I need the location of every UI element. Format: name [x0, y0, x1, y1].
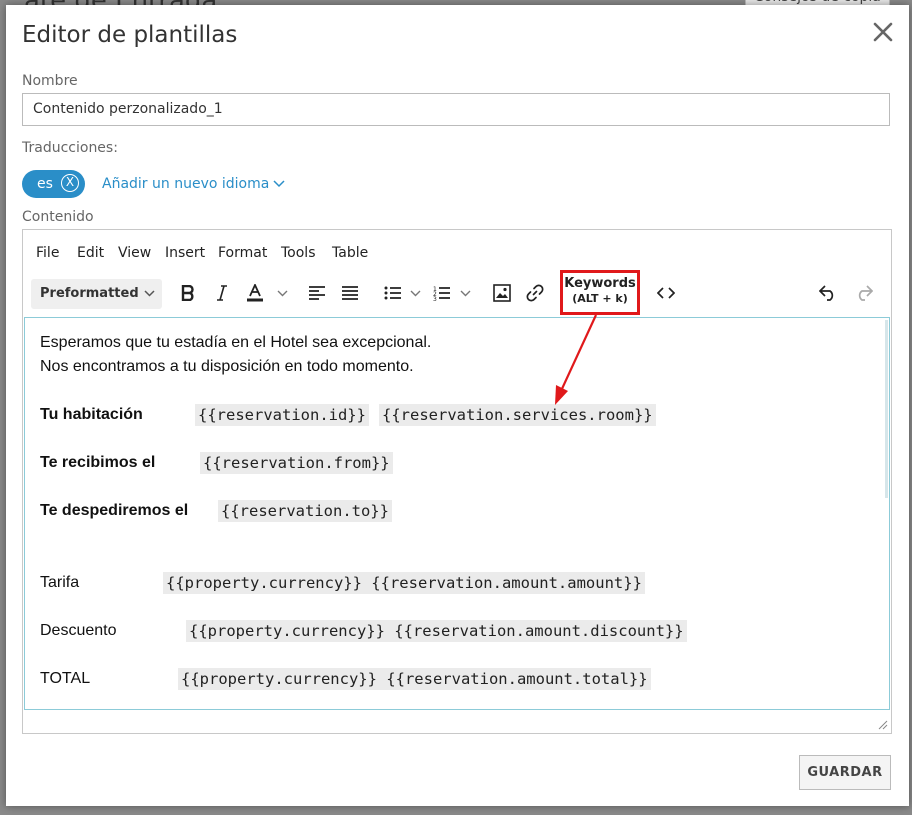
- scrollbar[interactable]: [885, 320, 888, 498]
- menu-file[interactable]: File: [36, 245, 59, 261]
- redo-icon[interactable]: [851, 274, 877, 312]
- keyword-tag-to[interactable]: {{reservation.to}}: [218, 500, 392, 522]
- add-language-label: Añadir un nuevo idioma: [102, 176, 270, 192]
- intro-line-1: Esperamos que tu estadía en el Hotel sea…: [40, 334, 432, 351]
- rich-text-editor: File Edit View Insert Format Tools Table…: [22, 229, 892, 734]
- editor-menubar: File Edit View Insert Format Tools Table: [23, 230, 891, 270]
- template-editor-dialog: Editor de plantillas Nombre Contenido pe…: [6, 5, 909, 806]
- svg-text:3: 3: [433, 296, 437, 301]
- content-label: Contenido: [22, 209, 94, 225]
- room-label: Tu habitación: [40, 406, 143, 423]
- keywords-button[interactable]: Keywords (ALT + k): [560, 270, 640, 315]
- editor-toolbar: Preformatted 1 2 3: [23, 274, 891, 312]
- keywords-shortcut: (ALT + k): [572, 292, 628, 305]
- remove-language-icon[interactable]: X: [61, 174, 79, 192]
- bold-icon[interactable]: [175, 274, 201, 312]
- chevron-down-icon: [273, 180, 285, 188]
- language-code: es: [37, 176, 53, 192]
- menu-view[interactable]: View: [118, 245, 151, 261]
- menu-edit[interactable]: Edit: [77, 245, 104, 261]
- add-language-dropdown[interactable]: Añadir un nuevo idioma: [102, 176, 285, 192]
- bullet-list-icon[interactable]: [380, 274, 406, 312]
- intro-line-2: Nos encontramos a tu disposición en todo…: [40, 358, 414, 375]
- numbered-list-icon[interactable]: 123: [429, 274, 455, 312]
- chevron-down-icon[interactable]: [407, 274, 423, 312]
- total-label: TOTAL: [40, 670, 91, 687]
- editor-content-area[interactable]: Esperamos que tu estadía en el Hotel sea…: [24, 317, 890, 710]
- chevron-down-icon: [144, 290, 155, 297]
- keyword-tag-total[interactable]: {{property.currency}} {{reservation.amou…: [178, 668, 651, 690]
- to-label: Te despediremos el: [40, 502, 189, 519]
- translations-label: Traducciones:: [22, 140, 118, 156]
- annotation-arrow: [555, 314, 597, 405]
- keywords-label: Keywords: [564, 276, 636, 291]
- name-input[interactable]: Contenido perzonalizado_1: [22, 93, 890, 126]
- close-icon[interactable]: [872, 21, 894, 43]
- resize-handle-icon[interactable]: [878, 720, 888, 730]
- block-format-select[interactable]: Preformatted: [31, 279, 162, 309]
- discount-label: Descuento: [40, 622, 117, 639]
- keyword-tag-discount[interactable]: {{property.currency}} {{reservation.amou…: [186, 620, 687, 642]
- dialog-title: Editor de plantillas: [22, 22, 238, 48]
- chevron-down-icon[interactable]: [273, 274, 291, 312]
- block-format-value: Preformatted: [40, 286, 139, 301]
- name-label: Nombre: [22, 73, 78, 89]
- menu-tools[interactable]: Tools: [281, 245, 316, 261]
- text-color-icon[interactable]: [242, 274, 268, 312]
- rate-label: Tarifa: [40, 574, 80, 591]
- align-left-icon[interactable]: [304, 274, 330, 312]
- menu-table[interactable]: Table: [332, 245, 368, 261]
- undo-icon[interactable]: [815, 274, 841, 312]
- menu-insert[interactable]: Insert: [165, 245, 205, 261]
- image-icon[interactable]: [489, 274, 515, 312]
- chevron-down-icon[interactable]: [457, 274, 473, 312]
- language-chip-es[interactable]: es X: [22, 170, 85, 198]
- menu-format[interactable]: Format: [218, 245, 267, 261]
- justify-icon[interactable]: [337, 274, 363, 312]
- link-icon[interactable]: [522, 274, 548, 312]
- save-button[interactable]: GUARDAR: [799, 755, 891, 790]
- from-label: Te recibimos el: [40, 454, 156, 471]
- keyword-tag-reservation-id[interactable]: {{reservation.id}}: [195, 404, 369, 426]
- keyword-tag-room[interactable]: {{reservation.services.room}}: [379, 404, 656, 426]
- source-code-icon[interactable]: [653, 274, 679, 312]
- keyword-tag-rate[interactable]: {{property.currency}} {{reservation.amou…: [163, 572, 645, 594]
- italic-icon[interactable]: [209, 274, 235, 312]
- keyword-tag-from[interactable]: {{reservation.from}}: [200, 452, 393, 474]
